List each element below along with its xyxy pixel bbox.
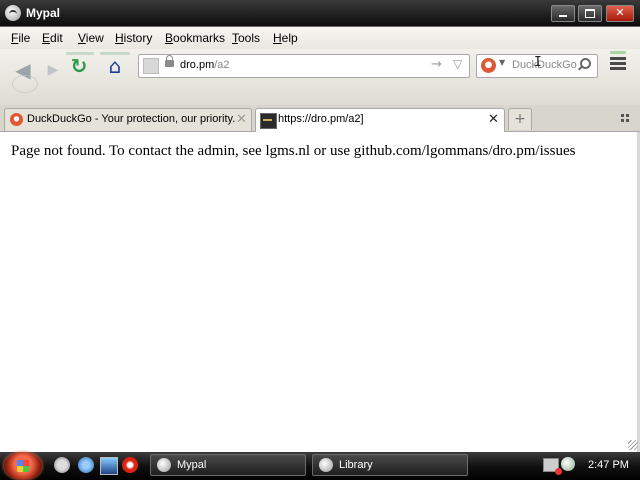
menu-history[interactable]: History: [115, 31, 152, 45]
system-tray: 2:47 PM: [540, 452, 640, 480]
maximize-icon: [585, 9, 595, 18]
mypal-icon: [319, 458, 333, 472]
text-cursor-icon: I: [534, 55, 542, 70]
title-bar[interactable]: Mypal ✕: [0, 0, 640, 27]
reload-icon: ↻: [70, 54, 88, 78]
tab-close-icon[interactable]: ✕: [488, 112, 499, 127]
dro-pm-favicon-icon: [260, 113, 277, 129]
taskbar-label: Library: [339, 459, 373, 471]
url-path: /a2: [214, 59, 230, 71]
lock-icon: [165, 55, 174, 67]
window-title: Mypal: [26, 6, 61, 20]
site-identity-icon[interactable]: [143, 58, 159, 74]
volume-icon[interactable]: [561, 457, 575, 471]
tab-strip: DuckDuckGo - Your protection, our priori…: [0, 105, 640, 132]
page-content: Page not found. To contact the admin, se…: [0, 132, 637, 452]
mypal-quicklaunch-icon[interactable]: [54, 457, 70, 473]
tab-dro-pm[interactable]: https://dro.pm/a2] ✕: [255, 108, 505, 132]
start-button[interactable]: [4, 452, 42, 480]
menu-tools[interactable]: Tools: [232, 31, 260, 45]
menu-help[interactable]: Help: [273, 31, 298, 45]
tab-title: DuckDuckGo - Your protection, our priori…: [27, 113, 236, 125]
navigation-toolbar: ◀ ▶ ↻ ⌂ dro.pm/a2 → ▽ ▼ DuckDuckGo: [0, 49, 640, 105]
forward-arrow-icon: ▶: [47, 62, 59, 78]
back-forward-dropmarker[interactable]: [12, 75, 38, 93]
search-engine-dropdown-icon[interactable]: ▼: [499, 58, 505, 67]
menu-bar: File Edit View History Bookmarks Tools H…: [0, 27, 640, 49]
taskbar-button-mypal[interactable]: Mypal: [150, 454, 306, 476]
maximize-button[interactable]: [578, 5, 602, 22]
network-icon[interactable]: [543, 458, 562, 475]
go-arrow-icon[interactable]: →: [431, 57, 442, 72]
minimize-icon: [559, 15, 567, 17]
app-menu-icon[interactable]: [610, 51, 626, 71]
url-history-dropmarker-icon[interactable]: ▽: [453, 57, 462, 71]
taskbar-button-library[interactable]: Library: [312, 454, 468, 476]
menu-view[interactable]: View: [78, 31, 104, 45]
taskbar-label: Mypal: [177, 459, 207, 471]
resize-grip-icon[interactable]: [628, 440, 638, 450]
reload-button[interactable]: ↻: [64, 51, 94, 81]
internet-explorer-quicklaunch-icon[interactable]: [78, 457, 94, 473]
browser-window: Mypal ✕ File Edit View History Bookmarks…: [0, 0, 640, 452]
mypal-app-icon[interactable]: [5, 5, 21, 21]
duckduckgo-icon[interactable]: [481, 58, 496, 73]
url-bar[interactable]: dro.pm/a2 → ▽: [138, 54, 470, 78]
mypal-icon: [157, 458, 171, 472]
home-button[interactable]: ⌂: [100, 51, 130, 81]
minimize-button[interactable]: [551, 5, 575, 22]
home-icon: ⌂: [108, 54, 122, 78]
clock[interactable]: 2:47 PM: [588, 459, 629, 471]
close-window-button[interactable]: ✕: [606, 5, 634, 22]
opera-quicklaunch-icon[interactable]: [122, 457, 138, 473]
all-tabs-icon[interactable]: [621, 114, 629, 122]
url-text[interactable]: dro.pm/a2: [180, 59, 230, 71]
taskbar: Mypal Library 2:47 PM: [0, 452, 640, 480]
menu-bookmarks[interactable]: Bookmarks: [165, 31, 225, 45]
duckduckgo-favicon-icon: [10, 113, 23, 126]
tab-duckduckgo[interactable]: DuckDuckGo - Your protection, our priori…: [4, 108, 252, 131]
error-message: Page not found. To contact the admin, se…: [11, 143, 576, 159]
show-desktop-quicklaunch-icon[interactable]: [100, 457, 118, 475]
menu-edit[interactable]: Edit: [42, 31, 63, 45]
menu-file[interactable]: File: [11, 31, 30, 45]
new-tab-button[interactable]: +: [508, 108, 532, 130]
search-icon[interactable]: [580, 58, 591, 69]
tab-title: https://dro.pm/a2]: [278, 113, 364, 125]
toolbar-highlight: [610, 51, 626, 54]
tab-close-icon[interactable]: ✕: [236, 112, 247, 127]
url-domain: dro.pm: [180, 59, 215, 71]
search-input[interactable]: DuckDuckGo: [512, 59, 577, 71]
